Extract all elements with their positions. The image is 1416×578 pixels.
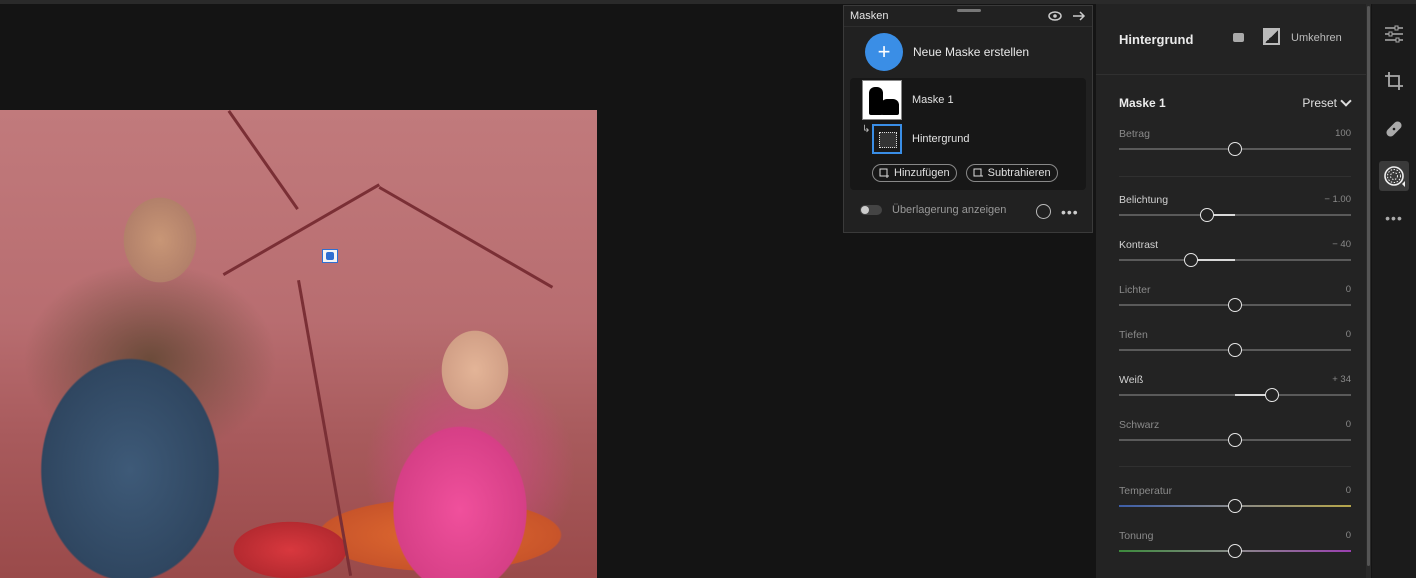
divider <box>1119 466 1351 467</box>
overlay-toggle-row[interactable]: Überlagerung anzeigen <box>860 204 1006 216</box>
slider-knob[interactable] <box>1228 433 1242 447</box>
slider-label: Schwarz <box>1119 419 1160 431</box>
scrollbar-thumb[interactable] <box>1367 6 1370 566</box>
overlay-options: ••• <box>1036 204 1079 219</box>
mask-list: Maske 1 ↳ Hintergrund Hinzufügen Subtrah… <box>850 78 1086 190</box>
slider-knob[interactable] <box>1265 388 1280 402</box>
masks-panel-title: Masken <box>850 10 889 22</box>
slider-schwarz[interactable]: Schwarz 0 <box>1119 419 1351 453</box>
add-button[interactable]: Hinzufügen <box>872 164 957 182</box>
slider-value[interactable]: − 1.00 <box>1324 194 1351 205</box>
overlay-label: Überlagerung anzeigen <box>892 204 1007 216</box>
slider-label: Temperatur <box>1119 485 1173 497</box>
slider-temperatur[interactable]: Temperatur 0 <box>1119 485 1351 519</box>
submask-name: Hintergrund <box>912 133 970 145</box>
slider-track[interactable] <box>1119 259 1351 261</box>
invert-label[interactable]: Umkehren <box>1291 32 1342 44</box>
more-icon[interactable]: ••• <box>1383 207 1405 229</box>
more-options-icon[interactable]: ••• <box>1061 205 1079 219</box>
slider-knob[interactable] <box>1228 343 1242 357</box>
mask-thumbnail <box>862 80 902 120</box>
overlay-toggle[interactable] <box>860 205 882 215</box>
slider-value[interactable]: 0 <box>1346 419 1351 430</box>
submask-arrow-icon: ↳ <box>862 124 871 135</box>
mask-buttons: Hinzufügen Subtrahieren <box>872 164 1058 182</box>
slider-betrag[interactable]: Betrag 100 <box>1119 128 1351 162</box>
masks-panel: Masken + Neue Maske erstellen Maske 1 ↳ … <box>843 5 1093 233</box>
submask-row-hintergrund[interactable]: Hintergrund <box>872 124 969 154</box>
slider-value[interactable]: 0 <box>1346 329 1351 340</box>
divider <box>1119 176 1351 177</box>
slider-label: Weiß <box>1119 374 1144 386</box>
slider-belichtung[interactable]: Belichtung − 1.00 <box>1119 194 1351 228</box>
slider-value[interactable]: − 40 <box>1332 239 1351 250</box>
slider-value[interactable]: + 34 <box>1332 374 1351 385</box>
slider-value[interactable]: 0 <box>1346 530 1351 541</box>
slider-lichter[interactable]: Lichter 0 <box>1119 284 1351 318</box>
eye-icon[interactable] <box>1048 11 1062 21</box>
slider-knob[interactable] <box>1200 208 1215 222</box>
add-mask-icon <box>879 168 889 178</box>
slider-value[interactable]: 0 <box>1346 485 1351 496</box>
new-mask-label: Neue Maske erstellen <box>913 45 1030 59</box>
panel-title: Hintergrund <box>1119 31 1194 47</box>
panel-header: Hintergrund Umkehren <box>1096 4 1366 75</box>
submask-thumbnail <box>872 124 902 154</box>
slider-weiss[interactable]: Weiß + 34 <box>1119 374 1351 408</box>
slider-knob[interactable] <box>1228 142 1242 156</box>
slider-tiefen[interactable]: Tiefen 0 <box>1119 329 1351 363</box>
slider-value[interactable]: 100 <box>1335 128 1351 139</box>
slider-knob[interactable] <box>1228 298 1242 312</box>
preset-dropdown[interactable]: Preset <box>1302 95 1352 110</box>
masking-icon[interactable] <box>1379 161 1409 191</box>
mask-name: Maske 1 <box>912 94 954 106</box>
slider-label: Belichtung <box>1119 194 1169 206</box>
mask-adjustments-panel: Hintergrund Umkehren Maske 1 Preset Betr… <box>1096 4 1366 578</box>
slider-knob[interactable] <box>1228 499 1242 513</box>
overlay-color-icon[interactable] <box>1036 204 1051 219</box>
slider-kontrast[interactable]: Kontrast − 40 <box>1119 239 1351 273</box>
sliders-icon[interactable] <box>1383 23 1405 45</box>
girl-figure <box>340 310 580 578</box>
slider-label: Tonung <box>1119 530 1154 542</box>
drag-handle[interactable] <box>957 9 981 12</box>
comment-icon[interactable] <box>1233 33 1244 42</box>
panel-scrollbar[interactable] <box>1366 4 1371 578</box>
subtract-button[interactable]: Subtrahieren <box>965 164 1058 182</box>
subtract-label: Subtrahieren <box>987 167 1051 179</box>
tent-pole <box>378 186 554 289</box>
mask-pin-icon[interactable] <box>322 249 338 263</box>
collapse-arrow-icon[interactable] <box>1072 11 1086 21</box>
slider-label: Kontrast <box>1119 239 1159 251</box>
mask-row-maske-1[interactable]: Maske 1 <box>862 80 954 120</box>
crop-icon[interactable] <box>1383 70 1405 92</box>
edit-toolbar: ••• <box>1372 4 1416 578</box>
slider-label: Tiefen <box>1119 329 1148 341</box>
slider-knob[interactable] <box>1183 253 1198 267</box>
mask-section-title: Maske 1 <box>1119 96 1166 110</box>
preset-label: Preset <box>1302 96 1337 110</box>
slider-tonung[interactable]: Tonung 0 <box>1119 530 1351 564</box>
slider-label: Lichter <box>1119 284 1151 296</box>
healing-icon[interactable] <box>1383 118 1405 140</box>
subtract-mask-icon <box>973 168 983 176</box>
chevron-down-icon <box>1340 95 1352 107</box>
slider-knob[interactable] <box>1228 544 1242 558</box>
slider-track[interactable] <box>1119 214 1351 216</box>
new-mask-button[interactable]: + Neue Maske erstellen <box>844 27 1092 77</box>
slider-value[interactable]: 0 <box>1346 284 1351 295</box>
invert-icon[interactable] <box>1263 28 1280 45</box>
plus-icon: + <box>865 33 903 71</box>
photo-with-mask-overlay[interactable] <box>0 110 597 578</box>
add-label: Hinzufügen <box>894 167 950 179</box>
slider-label: Betrag <box>1119 128 1150 140</box>
